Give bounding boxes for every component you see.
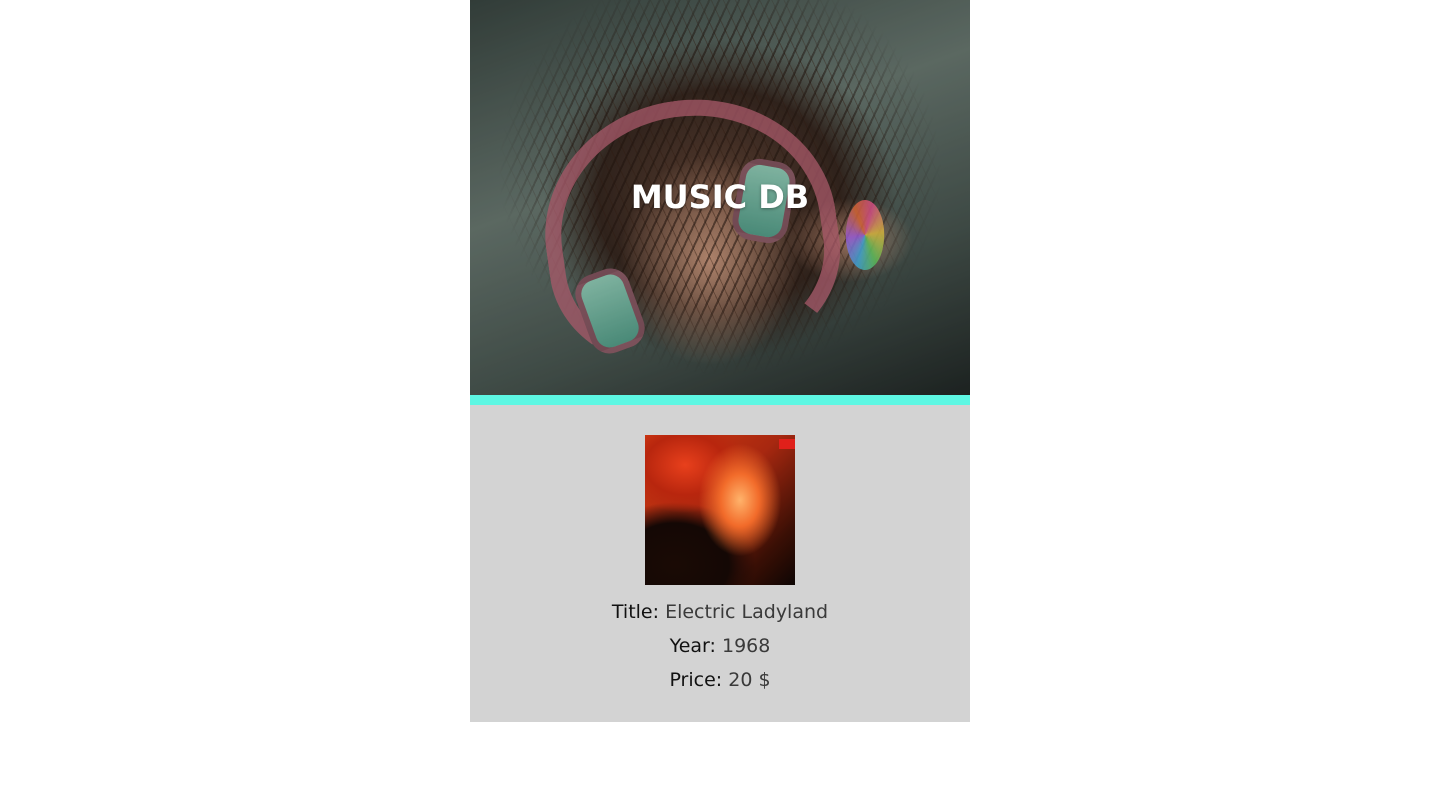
site-title: MUSIC DB [630, 178, 810, 216]
album-price-label: Price: [669, 669, 723, 691]
album-year-value: 1968 [721, 635, 771, 657]
record-label-logo [779, 439, 795, 449]
album-year-row: Year: 1968 [470, 635, 970, 657]
album-title-label: Title: [611, 601, 660, 623]
album-cover-image[interactable] [645, 435, 795, 585]
accent-divider [470, 395, 970, 405]
hero-banner: MUSIC DB [470, 0, 970, 395]
album-title-row: Title: Electric Ladyland [470, 601, 970, 623]
album-title-value: Electric Ladyland [665, 601, 829, 623]
main-column: MUSIC DB Title: Electric Ladyland Year: … [470, 0, 970, 722]
album-year-label: Year: [669, 635, 716, 657]
album-price-value: 20 $ [728, 669, 771, 691]
album-card: Title: Electric Ladyland Year: 1968 Pric… [470, 405, 970, 722]
album-price-row: Price: 20 $ [470, 669, 970, 691]
page: MUSIC DB Title: Electric Ladyland Year: … [0, 0, 1440, 790]
